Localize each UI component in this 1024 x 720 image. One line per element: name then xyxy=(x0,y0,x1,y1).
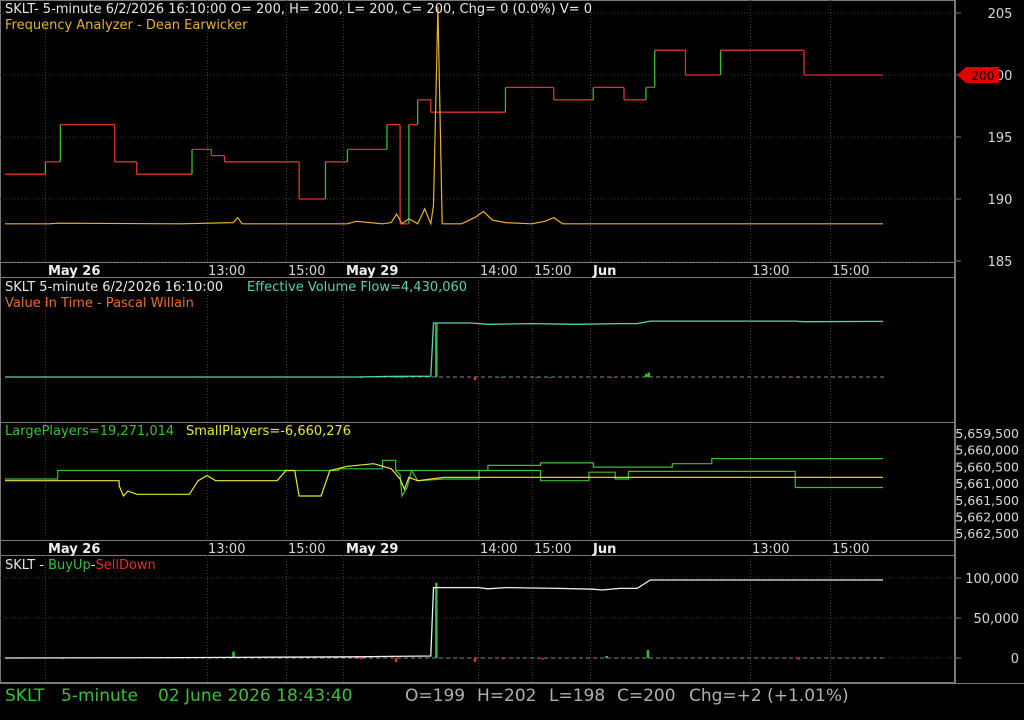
frequency-analyzer-line xyxy=(5,6,883,227)
y-tick-label: 5,661,000 xyxy=(955,476,1019,491)
value-in-time-bar xyxy=(647,372,651,377)
x-tick-label: 14:00 xyxy=(480,264,517,279)
sell-down-bar xyxy=(473,658,477,662)
y-tick-label: 5,660,000 xyxy=(955,443,1019,458)
y-tick-label: 195 xyxy=(988,131,1013,146)
large-players-lower-line xyxy=(395,468,883,498)
sell-down-bar xyxy=(646,650,650,658)
value-in-time-bar xyxy=(473,377,477,381)
sell-down-bar xyxy=(359,658,363,659)
y-tick-label: 5,662,000 xyxy=(955,510,1019,525)
chart-area: 185 190 195 200 205 0 50,000 100,000 5,659,500 5,… xyxy=(0,0,1024,684)
panel1-header: SKLT- 5-minute 6/2/2026 16:10:00 O= 200,… xyxy=(5,2,593,17)
value-in-time-bar xyxy=(644,373,648,377)
y-tick-label: 190 xyxy=(988,193,1013,208)
value-in-time-bar xyxy=(394,377,398,379)
sell-down-label: SellDown xyxy=(95,558,156,573)
x-tick-label: 14:00 xyxy=(480,542,517,557)
sell-down-bar xyxy=(394,658,398,662)
buy-up-line xyxy=(4,579,883,659)
value-in-time-bar xyxy=(548,377,551,378)
sell-down-bar xyxy=(435,582,438,658)
value-in-time-bar xyxy=(400,377,404,379)
status-interval: 5-minute xyxy=(61,686,138,706)
x-tick-label: 15:00 xyxy=(534,542,571,557)
x-tick-label: 15:00 xyxy=(288,542,325,557)
panel1-indicator-label: Frequency Analyzer - Dean Earwicker xyxy=(5,18,248,33)
x-tick-label: May 26 xyxy=(48,542,100,557)
x-tick-label: 15:00 xyxy=(832,264,869,279)
x-tick-label: 13:00 xyxy=(208,542,245,557)
panel2-header: SKLT 5-minute 6/2/2026 16:10:00 xyxy=(5,280,224,295)
sell-down-bar xyxy=(605,656,608,658)
small-players-label: SmallPlayers=-6,660,276 xyxy=(186,424,352,439)
status-symbol: SKLT xyxy=(5,686,45,706)
y-tick-label: 50,000 xyxy=(974,612,1020,627)
status-open: O=199 xyxy=(405,686,466,706)
x-tick-label: Jun xyxy=(592,542,616,557)
effective-volume-flow-label: Effective Volume Flow=4,430,060 xyxy=(247,280,468,295)
value-in-time-label: Value In Time - Pascal Willain xyxy=(5,296,194,311)
x-tick-label: May 29 xyxy=(346,264,398,279)
value-in-time-bar xyxy=(796,377,800,379)
x-tick-label: 15:00 xyxy=(288,264,325,279)
sell-down-bar xyxy=(797,658,801,660)
large-players-label: LargePlayers=19,271,014 xyxy=(5,424,175,439)
status-bar: SKLT 5-minute 02 June 2026 18:43:40 O=19… xyxy=(0,683,1024,720)
y-tick-label: 205 xyxy=(988,7,1013,22)
y-tick-label: 5,662,500 xyxy=(955,526,1019,541)
status-close: C=200 xyxy=(617,686,676,706)
x-tick-label: 15:00 xyxy=(534,264,571,279)
y-tick-label: 5,659,500 xyxy=(955,426,1019,441)
status-low: L=198 xyxy=(549,686,606,706)
x-tick-label: May 26 xyxy=(48,264,100,279)
value-in-time-bar xyxy=(535,377,538,378)
status-change: Chg=+2 (+1.01%) xyxy=(689,686,849,706)
y-tick-label: 100,000 xyxy=(965,572,1019,587)
value-in-time-bar xyxy=(500,377,503,378)
x-tick-label: 13:00 xyxy=(752,264,789,279)
panel4-title: SKLT - BuyUp-SellDown xyxy=(5,558,156,573)
status-high: H=202 xyxy=(477,686,537,706)
value-in-time-bar xyxy=(609,377,613,378)
effective-volume-flow-line xyxy=(5,320,884,378)
sell-down-bar xyxy=(501,658,505,660)
status-datetime: 02 June 2026 18:43:40 xyxy=(158,686,353,706)
y-tick-label: 5,661,500 xyxy=(955,493,1019,508)
y-tick-label: 185 xyxy=(988,255,1013,270)
small-players-line xyxy=(5,463,883,498)
value-in-time-bar xyxy=(435,323,438,377)
x-tick-label: 13:00 xyxy=(208,264,245,279)
panel4-symbol: SKLT - xyxy=(5,558,49,573)
price-flag-label: 200 xyxy=(972,69,995,83)
y-tick-label: 0 xyxy=(1011,652,1019,667)
x-tick-label: May 29 xyxy=(346,542,398,557)
large-players-line xyxy=(5,458,883,480)
x-tick-label: 13:00 xyxy=(752,542,789,557)
x-tick-label: Jun xyxy=(592,264,616,279)
buy-up-label: BuyUp xyxy=(48,558,91,573)
y-tick-label: 5,660,500 xyxy=(955,459,1019,474)
x-tick-label: 15:00 xyxy=(832,542,869,557)
sell-down-bar xyxy=(541,658,544,660)
